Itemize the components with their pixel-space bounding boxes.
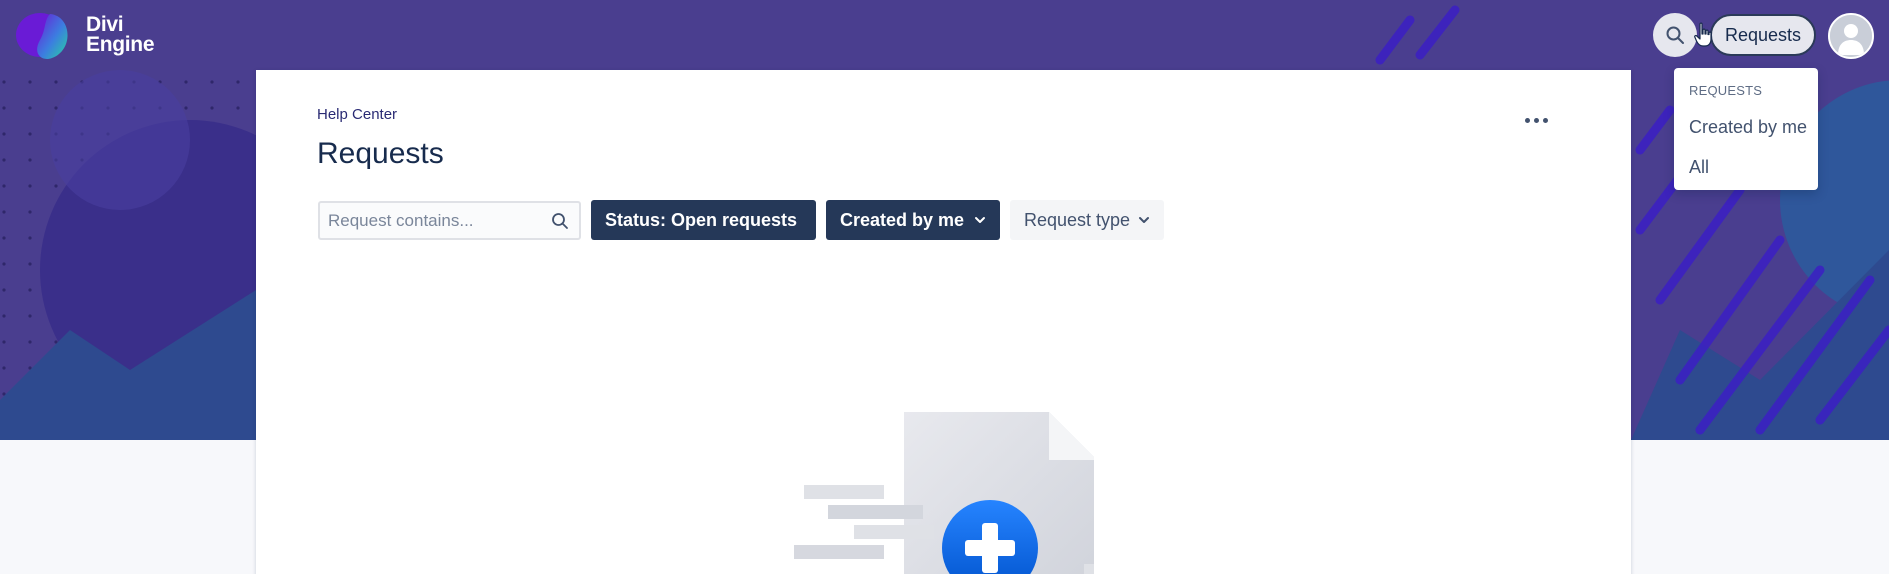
- brand-line-1: Divi: [86, 13, 124, 36]
- user-avatar-icon: [1830, 15, 1872, 57]
- brand-line-2: Engine: [86, 33, 155, 56]
- request-type-filter-label: Request type: [1024, 209, 1131, 230]
- requests-dropdown-menu: REQUESTS Created by me All: [1674, 68, 1818, 190]
- dropdown-heading: REQUESTS: [1689, 83, 1763, 98]
- more-actions-button[interactable]: [1520, 110, 1552, 130]
- brand-logo[interactable]: Divi Engine: [12, 10, 155, 60]
- brand-wordmark: Divi Engine: [86, 13, 155, 56]
- header-search-button[interactable]: [1653, 13, 1697, 57]
- request-type-filter-button[interactable]: Request type: [1010, 200, 1164, 240]
- chevron-down-icon: [1139, 217, 1149, 223]
- status-filter-label: Status: Open requests: [605, 209, 798, 230]
- chevron-down-icon: [975, 217, 985, 223]
- search-icon: [1666, 26, 1684, 44]
- created-by-filter-label: Created by me: [840, 209, 965, 230]
- menu-item-created-by-me[interactable]: Created by me: [1689, 117, 1807, 138]
- more-horizontal-icon: [1524, 117, 1548, 123]
- empty-requests-illustration: [794, 412, 1094, 574]
- search-icon[interactable]: [551, 212, 569, 230]
- user-avatar[interactable]: [1828, 13, 1874, 59]
- page-title: Requests: [317, 137, 444, 170]
- main-panel: Help Center Requests Status: Open reques…: [256, 70, 1631, 574]
- request-search-field: [318, 201, 581, 240]
- created-by-filter-button[interactable]: Created by me: [826, 200, 1000, 240]
- hand-pointer-icon: [1694, 22, 1712, 47]
- breadcrumb-help-center[interactable]: Help Center: [317, 106, 397, 123]
- divi-engine-logo-icon: [16, 13, 68, 60]
- requests-menu-button[interactable]: Requests: [1710, 14, 1816, 56]
- menu-item-all[interactable]: All: [1689, 157, 1709, 178]
- status-filter-button[interactable]: Status: Open requests: [591, 200, 816, 240]
- request-search-input[interactable]: [328, 203, 543, 238]
